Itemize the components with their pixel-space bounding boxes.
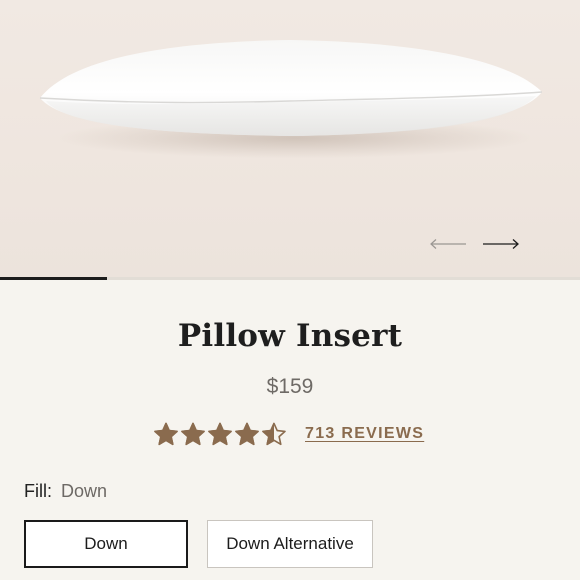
fill-option-down[interactable]: Down xyxy=(24,520,188,568)
rating-stars xyxy=(153,422,288,446)
gallery-progress-bar xyxy=(0,277,580,280)
product-title: Pillow Insert xyxy=(177,318,403,354)
fill-selector-label: Fill: Down xyxy=(24,481,107,502)
star-full-icon xyxy=(208,422,232,446)
fill-selected-value: Down xyxy=(61,481,108,501)
fill-label: Fill: xyxy=(24,481,52,501)
next-image-button[interactable] xyxy=(481,232,521,256)
reviews-link[interactable]: 713 REVIEWS xyxy=(305,425,424,443)
product-price: $159 xyxy=(266,375,314,398)
arrow-right-icon xyxy=(483,239,519,249)
arrow-left-icon xyxy=(430,239,466,249)
star-half-icon xyxy=(262,422,286,446)
rating-row: 713 REVIEWS xyxy=(153,421,424,447)
fill-option-down-alternative[interactable]: Down Alternative xyxy=(207,520,373,568)
star-full-icon xyxy=(235,422,259,446)
product-image-gallery[interactable] xyxy=(0,0,580,278)
star-full-icon xyxy=(181,422,205,446)
previous-image-button[interactable] xyxy=(428,232,468,256)
gallery-progress-fill xyxy=(0,277,108,280)
star-full-icon xyxy=(154,422,178,446)
